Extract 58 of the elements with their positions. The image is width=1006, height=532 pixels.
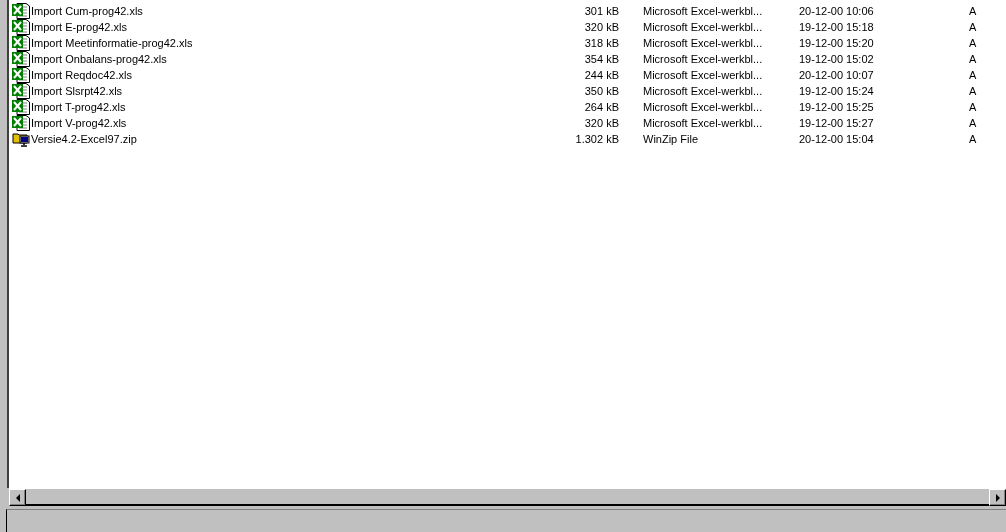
file-modified-date: 20-12-00 10:07 <box>799 69 874 81</box>
file-size: 301 kB <box>584 5 619 17</box>
file-attributes: A <box>969 117 977 129</box>
file-modified-date: 19-12-00 15:20 <box>799 37 874 49</box>
file-size: 1.302 kB <box>575 133 619 145</box>
file-name[interactable]: Import Reqdoc42.xls <box>31 69 132 81</box>
file-modified-date: 20-12-00 15:04 <box>799 133 874 145</box>
file-attributes: A <box>969 133 977 145</box>
file-modified-date: 19-12-00 15:02 <box>799 53 874 65</box>
file-attributes: A <box>969 101 977 113</box>
right-arrow-icon <box>993 493 1002 502</box>
scroll-left-button[interactable] <box>9 489 26 506</box>
file-name[interactable]: Import Cum-prog42.xls <box>31 5 143 17</box>
spreadsheet-file-icon <box>12 51 30 67</box>
spreadsheet-file-icon <box>12 19 30 35</box>
file-name[interactable]: Import E-prog42.xls <box>31 21 127 33</box>
file-size: 320 kB <box>584 117 619 129</box>
file-modified-date: 19-12-00 15:27 <box>799 117 874 129</box>
file-type: Microsoft Excel-werkbl... <box>643 53 763 65</box>
file-size: 244 kB <box>584 69 619 81</box>
file-size: 264 kB <box>584 101 619 113</box>
file-type: Microsoft Excel-werkbl... <box>643 85 763 97</box>
spreadsheet-file-icon <box>12 83 30 99</box>
file-name[interactable]: Import Slsrpt42.xls <box>31 85 123 97</box>
file-size: 318 kB <box>584 37 619 49</box>
file-type: Microsoft Excel-werkbl... <box>643 21 763 33</box>
file-attributes: A <box>969 53 977 65</box>
spreadsheet-file-icon <box>12 35 30 51</box>
file-attributes: A <box>969 85 977 97</box>
file-type: Microsoft Excel-werkbl... <box>643 5 763 17</box>
file-size: 354 kB <box>584 53 619 65</box>
archive-folder-icon <box>12 131 30 147</box>
file-modified-date: 19-12-00 15:24 <box>799 85 874 97</box>
spreadsheet-file-icon <box>12 99 30 115</box>
scroll-right-button[interactable] <box>989 489 1006 506</box>
file-modified-date: 19-12-00 15:18 <box>799 21 874 33</box>
file-size: 320 kB <box>584 21 619 33</box>
file-modified-date: 20-12-00 10:06 <box>799 5 874 17</box>
file-attributes: A <box>969 69 977 81</box>
file-attributes: A <box>969 21 977 33</box>
file-name[interactable]: Import Meetinformatie-prog42.xls <box>31 37 193 49</box>
file-attributes: A <box>969 37 977 49</box>
file-name[interactable]: Import T-prog42.xls <box>31 101 126 113</box>
file-attributes: A <box>969 5 977 17</box>
file-type: Microsoft Excel-werkbl... <box>643 37 763 49</box>
file-name[interactable]: Versie4.2-Excel97.zip <box>31 133 137 145</box>
spreadsheet-file-icon <box>12 115 30 131</box>
spreadsheet-file-icon <box>12 67 30 83</box>
file-type: Microsoft Excel-werkbl... <box>643 101 763 113</box>
horizontal-scrollbar[interactable] <box>9 488 1006 506</box>
file-size: 350 kB <box>584 85 619 97</box>
file-type: Microsoft Excel-werkbl... <box>643 117 763 129</box>
file-type: WinZip File <box>643 133 698 145</box>
file-modified-date: 19-12-00 15:25 <box>799 101 874 113</box>
file-type: Microsoft Excel-werkbl... <box>643 69 763 81</box>
file-name[interactable]: Import Onbalans-prog42.xls <box>31 53 167 65</box>
file-name[interactable]: Import V-prog42.xls <box>31 117 127 129</box>
spreadsheet-file-icon <box>12 3 30 19</box>
